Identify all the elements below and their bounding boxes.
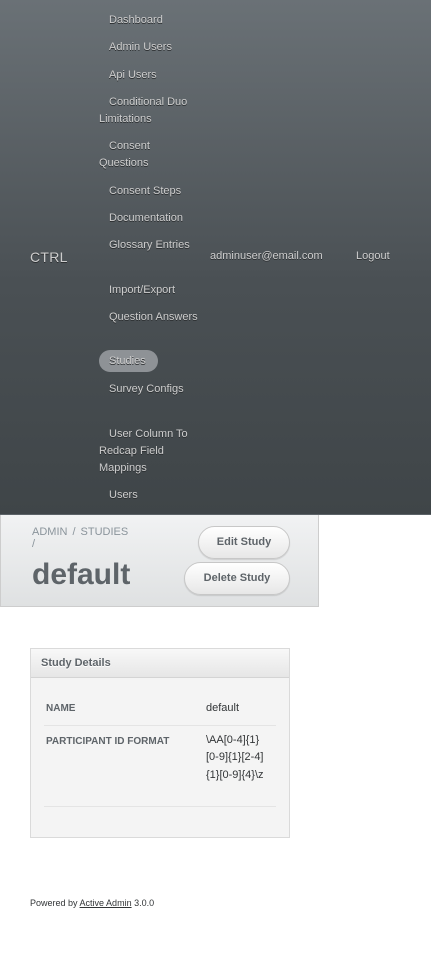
nav-item-label: Glossary Entries — [109, 239, 190, 251]
nav-item-consent-steps[interactable]: Consent Steps — [99, 183, 199, 200]
nav-item-label: Question Answers — [109, 311, 198, 323]
site-title[interactable]: CTRL — [30, 249, 68, 265]
nav-item-label: Api Users — [109, 69, 157, 81]
nav-item-label: Consent Questions — [99, 140, 150, 169]
panel-title: Study Details — [31, 649, 289, 678]
title-bar: ADMIN / STUDIES / default Edit Study Delet… — [0, 515, 319, 607]
nav-item-label: Conditional Duo Limitations — [99, 96, 188, 125]
study-details-panel: Study Details NAME default PARTICIPANT I… — [30, 648, 290, 838]
footer: Powered by Active Admin 3.0.0 — [30, 898, 154, 908]
nav-item-question-answers[interactable]: Question Answers — [99, 309, 199, 326]
nav-item-users[interactable]: Users — [99, 487, 199, 504]
breadcrumb-separator: / — [72, 526, 76, 538]
nav-item-glossary-entries[interactable]: Glossary Entries — [99, 237, 199, 254]
table-row: PARTICIPANT ID FORMAT \AA[0-4]{1}[0-9]{1… — [44, 725, 276, 807]
nav-item-label: Consent Steps — [109, 185, 182, 197]
nav-item-api-users[interactable]: Api Users — [99, 67, 199, 84]
table-row: NAME default — [44, 693, 276, 726]
breadcrumb-link-studies[interactable]: STUDIES — [81, 526, 129, 538]
attributes-table: NAME default PARTICIPANT ID FORMAT \AA[0… — [44, 693, 276, 807]
nav-item-consent-questions[interactable]: Consent Questions — [99, 138, 199, 172]
logout-link[interactable]: Logout — [356, 250, 390, 262]
current-user-link[interactable]: adminuser@email.com — [210, 250, 323, 262]
footer-version: 3.0.0 — [134, 898, 155, 908]
nav-item-documentation[interactable]: Documentation — [99, 210, 199, 227]
nav-item-label: Users — [109, 489, 138, 501]
nav-item-dashboard[interactable]: Dashboard — [99, 12, 199, 29]
nav-item-label: Admin Users — [109, 41, 172, 53]
footer-powered-by: Powered by — [30, 898, 78, 908]
nav-item-survey-configs[interactable]: Survey Configs — [99, 381, 199, 398]
row-label-participant-id-format: PARTICIPANT ID FORMAT — [44, 725, 206, 807]
delete-study-button[interactable]: Delete Study — [184, 562, 290, 595]
nav-item-user-column-to-redcap-field-mappings[interactable]: User Column To Redcap Field Mappings — [99, 426, 199, 477]
nav-item-label: User Column To Redcap Field Mappings — [99, 428, 188, 474]
breadcrumb-separator: / — [32, 538, 36, 550]
header-bar: CTRL Dashboard Admin Users Api Users Con… — [0, 0, 431, 515]
row-value-name: default — [206, 693, 276, 726]
nav-item-studies[interactable]: Studies — [99, 350, 158, 372]
nav-item-conditional-duo-limitations[interactable]: Conditional Duo Limitations — [99, 94, 199, 128]
breadcrumb: ADMIN / STUDIES / — [32, 526, 128, 550]
row-value-participant-id-format: \AA[0-4]{1}[0-9]{1}[2-4]{1}[0-9]{4}\z — [206, 725, 276, 807]
nav-item-label: Import/Export — [109, 284, 176, 296]
footer-active-admin-link[interactable]: Active Admin — [80, 898, 132, 908]
page-title: default — [32, 558, 131, 591]
nav-item-label: Dashboard — [109, 14, 163, 26]
nav-item-label: Survey Configs — [109, 383, 184, 395]
nav-item-admin-users[interactable]: Admin Users — [99, 39, 199, 56]
edit-study-button[interactable]: Edit Study — [198, 526, 290, 559]
participant-id-format-value: \AA[0-4]{1}[0-9]{1}[2-4]{1}[0-9]{4}\z — [206, 733, 264, 781]
nav-item-label: Studies — [109, 355, 146, 367]
nav-item-label: Documentation — [109, 212, 183, 224]
row-label-name: NAME — [44, 693, 206, 726]
breadcrumb-link-admin[interactable]: ADMIN — [32, 526, 67, 538]
nav-item-import-export[interactable]: Import/Export — [99, 282, 199, 299]
